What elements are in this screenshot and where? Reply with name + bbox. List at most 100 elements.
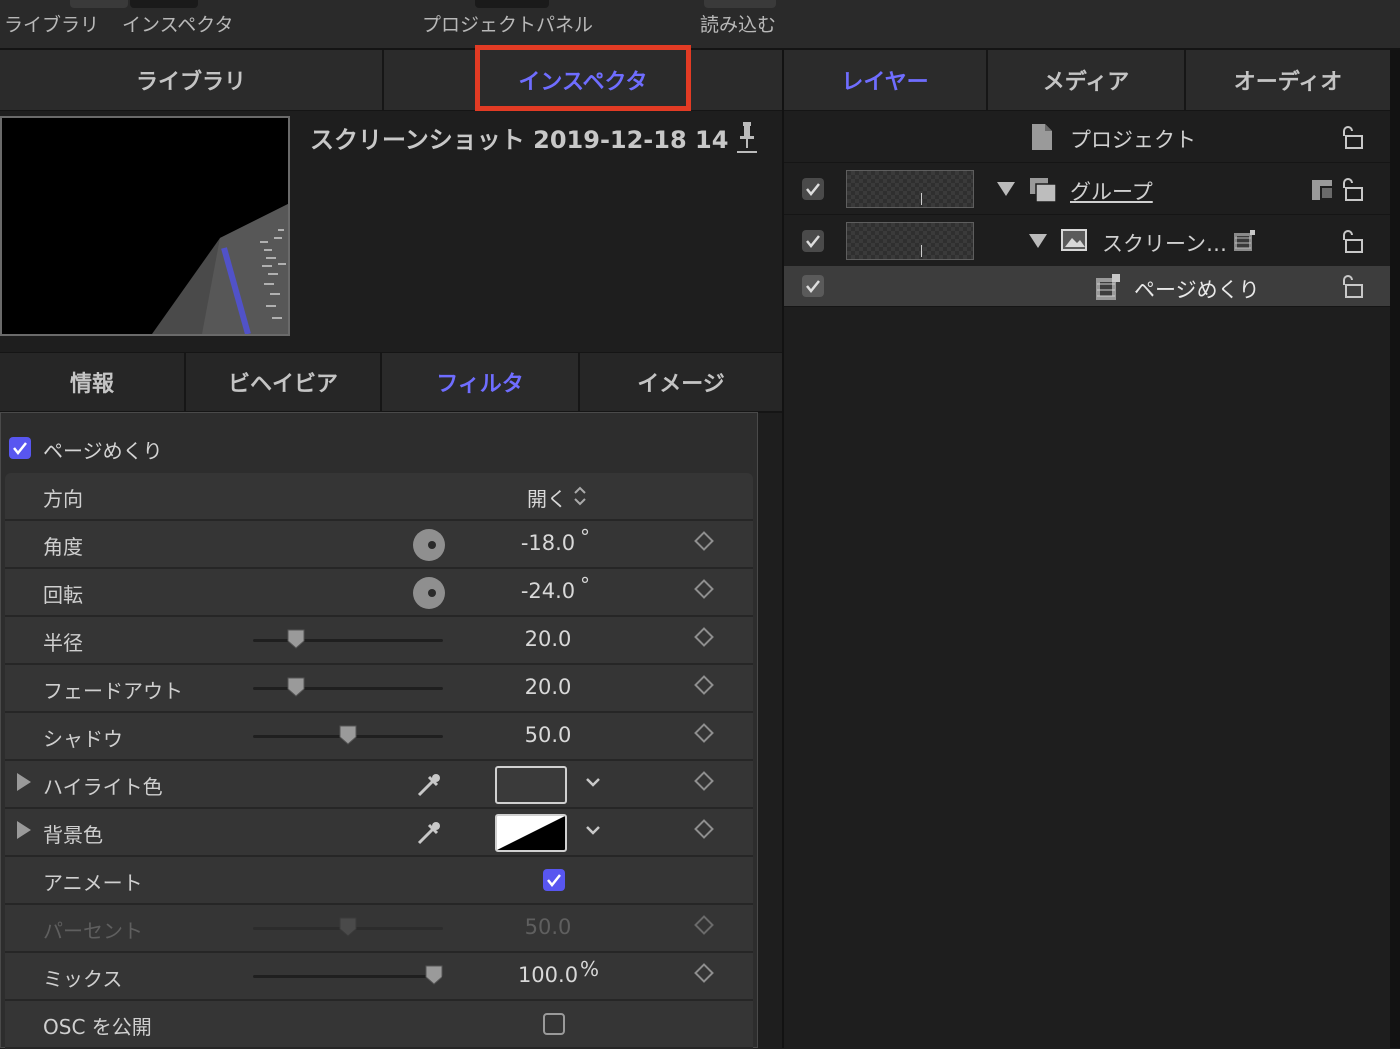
filter-name: ページめくり (43, 439, 163, 463)
clip-preview-thumbnail (0, 116, 290, 336)
param-row-shadow: シャドウ 50.0 (5, 713, 753, 761)
keyframe-diamond-icon[interactable] (694, 627, 714, 647)
checkmark-icon (806, 235, 820, 249)
image-icon (1061, 229, 1087, 251)
swatch-split-fill (497, 816, 565, 850)
param-label: ミックス (43, 967, 123, 991)
lock-open-icon[interactable] (1340, 124, 1366, 150)
param-row-radius: 半径 20.0 (5, 617, 753, 665)
eyedropper-icon[interactable] (413, 817, 445, 849)
lock-open-icon[interactable] (1340, 228, 1366, 254)
eyedropper-icon[interactable] (413, 769, 445, 801)
layer-visibility-checkbox[interactable] (802, 178, 824, 200)
layer-name: プロジェクト (1070, 128, 1196, 152)
keyframe-diamond-icon[interactable] (694, 531, 714, 551)
tab-media[interactable]: メディア (988, 50, 1184, 110)
import-button[interactable] (704, 0, 776, 8)
publish-osc-checkbox[interactable] (543, 1013, 565, 1035)
toolbar-import-label[interactable]: 読み込む (700, 10, 776, 37)
keyframe-diamond-icon[interactable] (694, 819, 714, 839)
updown-chevron-icon[interactable] (573, 485, 587, 507)
highlight-color-swatch[interactable] (495, 766, 567, 804)
layer-name: ページめくり (1134, 278, 1260, 302)
lock-open-icon[interactable] (1340, 273, 1366, 299)
direction-popup[interactable]: 開く (527, 483, 567, 512)
layer-row-project[interactable]: プロジェクト (784, 112, 1390, 163)
param-row-percent: パーセント 50.0 (5, 905, 753, 953)
keyframe-diamond-icon (694, 915, 714, 935)
tab-filter[interactable]: フィルタ (382, 353, 578, 411)
unit-label: ° (580, 573, 590, 597)
radius-slider-thumb[interactable] (287, 629, 305, 649)
param-row-mix: ミックス 100.0 % (5, 953, 753, 1001)
tab-info[interactable]: 情報 (0, 353, 184, 411)
checkmark-icon (806, 280, 820, 294)
param-row-direction: 方向 開く (5, 473, 753, 521)
document-icon (1032, 124, 1052, 150)
layer-visibility-checkbox[interactable] (802, 230, 824, 252)
inspector-toggle-button[interactable] (130, 0, 198, 8)
param-label: 回転 (43, 583, 83, 607)
mix-slider-thumb[interactable] (425, 965, 443, 985)
shadow-value[interactable]: 50.0 (483, 723, 613, 747)
rotation-dial[interactable] (413, 577, 445, 609)
keyframe-diamond-icon[interactable] (694, 675, 714, 695)
isolate-icon[interactable] (1310, 176, 1334, 202)
unit-label: ° (580, 525, 590, 549)
tab-image[interactable]: イメージ (580, 353, 782, 411)
disclosure-triangle-down-icon[interactable] (996, 180, 1016, 198)
toolbar-inspector-label[interactable]: インスペクタ (122, 10, 234, 37)
tab-behavior[interactable]: ビヘイビア (186, 353, 380, 411)
param-row-rotation: 回転 -24.0 ° (5, 569, 753, 617)
page-curl-preview-image (152, 204, 288, 334)
layer-visibility-checkbox[interactable] (802, 275, 824, 297)
chevron-down-icon[interactable] (582, 819, 604, 841)
animate-checkbox[interactable] (543, 869, 565, 891)
toolbar-library-label[interactable]: ライブラリ (4, 10, 99, 37)
group-icon (1030, 178, 1057, 203)
keyframe-diamond-icon[interactable] (694, 579, 714, 599)
keyframe-diamond-icon[interactable] (694, 723, 714, 743)
tab-library[interactable]: ライブラリ (0, 50, 382, 110)
percent-value: 50.0 (524, 915, 572, 939)
tab-audio[interactable]: オーディオ (1186, 50, 1390, 110)
keyframe-diamond-icon[interactable] (694, 771, 714, 791)
radius-slider-track[interactable] (253, 639, 443, 642)
layer-row-clip[interactable]: スクリーン… (784, 216, 1390, 267)
fadeout-value[interactable]: 20.0 (483, 675, 613, 699)
layer-name[interactable]: グループ (1070, 176, 1153, 206)
param-row-animate: アニメート (5, 857, 753, 905)
fadeout-slider-track[interactable] (253, 687, 443, 690)
chevron-down-icon[interactable] (582, 771, 604, 793)
background-color-swatch[interactable] (495, 814, 567, 852)
angle-value[interactable]: -18.0 (483, 531, 613, 555)
filter-enable-checkbox[interactable] (9, 437, 31, 459)
project-panel-toggle-button[interactable] (475, 0, 549, 8)
layers-list: プロジェクト グループ スクリーン… ページめくり (784, 112, 1390, 1048)
tab-layers[interactable]: レイヤー (784, 50, 986, 110)
layer-name: スクリーン… (1102, 232, 1227, 256)
fadeout-slider-thumb[interactable] (287, 677, 305, 697)
param-row-angle: 角度 -18.0 ° (5, 521, 753, 569)
param-row-background-color: 背景色 (5, 809, 753, 857)
filter-badge-icon[interactable] (1232, 229, 1256, 253)
disclosure-triangle-down-icon[interactable] (1028, 232, 1048, 250)
disclosure-triangle-icon[interactable] (17, 821, 31, 839)
layer-row-group[interactable]: グループ (784, 164, 1390, 215)
layer-row-filter[interactable]: ページめくり (784, 266, 1390, 307)
angle-dial[interactable] (413, 529, 445, 561)
lock-open-icon[interactable] (1340, 176, 1366, 202)
shadow-slider-thumb[interactable] (339, 725, 357, 745)
layer-thumbnail (846, 170, 974, 208)
pin-icon[interactable] (735, 120, 759, 156)
disclosure-triangle-icon[interactable] (17, 773, 31, 791)
rotation-value[interactable]: -24.0 (483, 579, 613, 603)
toolbar-project-panel-label[interactable]: プロジェクトパネル (422, 10, 593, 37)
mix-slider-track[interactable] (253, 975, 443, 978)
param-label: フェードアウト (43, 679, 183, 703)
keyframe-diamond-icon[interactable] (694, 963, 714, 983)
param-label: 半径 (43, 631, 83, 655)
library-toggle-button[interactable] (70, 0, 128, 8)
unit-label: % (580, 957, 600, 981)
radius-value[interactable]: 20.0 (483, 627, 613, 651)
